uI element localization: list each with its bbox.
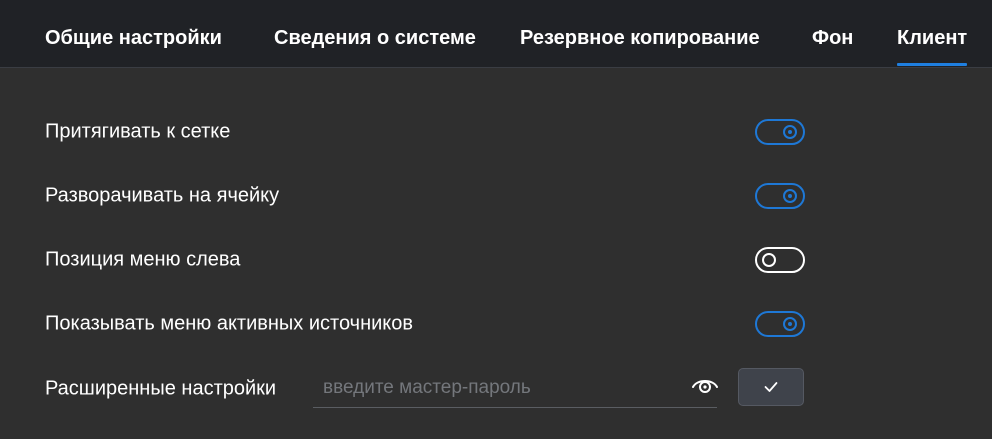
confirm-password-button[interactable] [738,368,804,406]
setting-row-active-sources-menu: Показывать меню активных источников [45,304,805,344]
tab-general-settings[interactable]: Общие настройки [45,0,222,68]
snap-to-grid-toggle[interactable] [755,119,805,145]
tab-label: Резервное копирование [520,27,760,49]
setting-label: Разворачивать на ячейку [45,184,280,207]
toggle-knob [783,189,797,203]
tab-system-info[interactable]: Сведения о системе [274,0,476,68]
tab-label: Фон [812,27,854,49]
expand-to-cell-toggle[interactable] [755,183,805,209]
setting-row-snap-to-grid: Притягивать к сетке [45,112,805,152]
settings-tab-bar: Общие настройки Сведения о системе Резер… [0,0,992,68]
master-password-field [313,370,719,408]
tab-label: Сведения о системе [274,27,476,49]
setting-label: Позиция меню слева [45,248,241,271]
toggle-knob [783,317,797,331]
toggle-knob [783,125,797,139]
tab-backup[interactable]: Резервное копирование [520,0,760,68]
eye-icon[interactable] [691,376,719,396]
setting-label: Показывать меню активных источников [45,312,414,335]
menu-left-toggle[interactable] [755,247,805,273]
tab-background[interactable]: Фон [812,0,853,68]
active-tab-indicator [897,63,968,66]
advanced-settings-label: Расширенные настройки [45,377,277,400]
tab-label: Общие настройки [45,27,222,49]
setting-row-advanced: Расширенные настройки [45,369,305,409]
master-password-input[interactable] [323,370,663,406]
active-sources-menu-toggle[interactable] [755,311,805,337]
setting-label: Притягивать к сетке [45,120,231,143]
setting-row-menu-left: Позиция меню слева [45,240,805,280]
setting-row-expand-to-cell: Разворачивать на ячейку [45,176,805,216]
toggle-knob [762,253,776,267]
tab-client[interactable]: Клиент [897,0,968,68]
tab-label: Клиент [897,27,968,49]
